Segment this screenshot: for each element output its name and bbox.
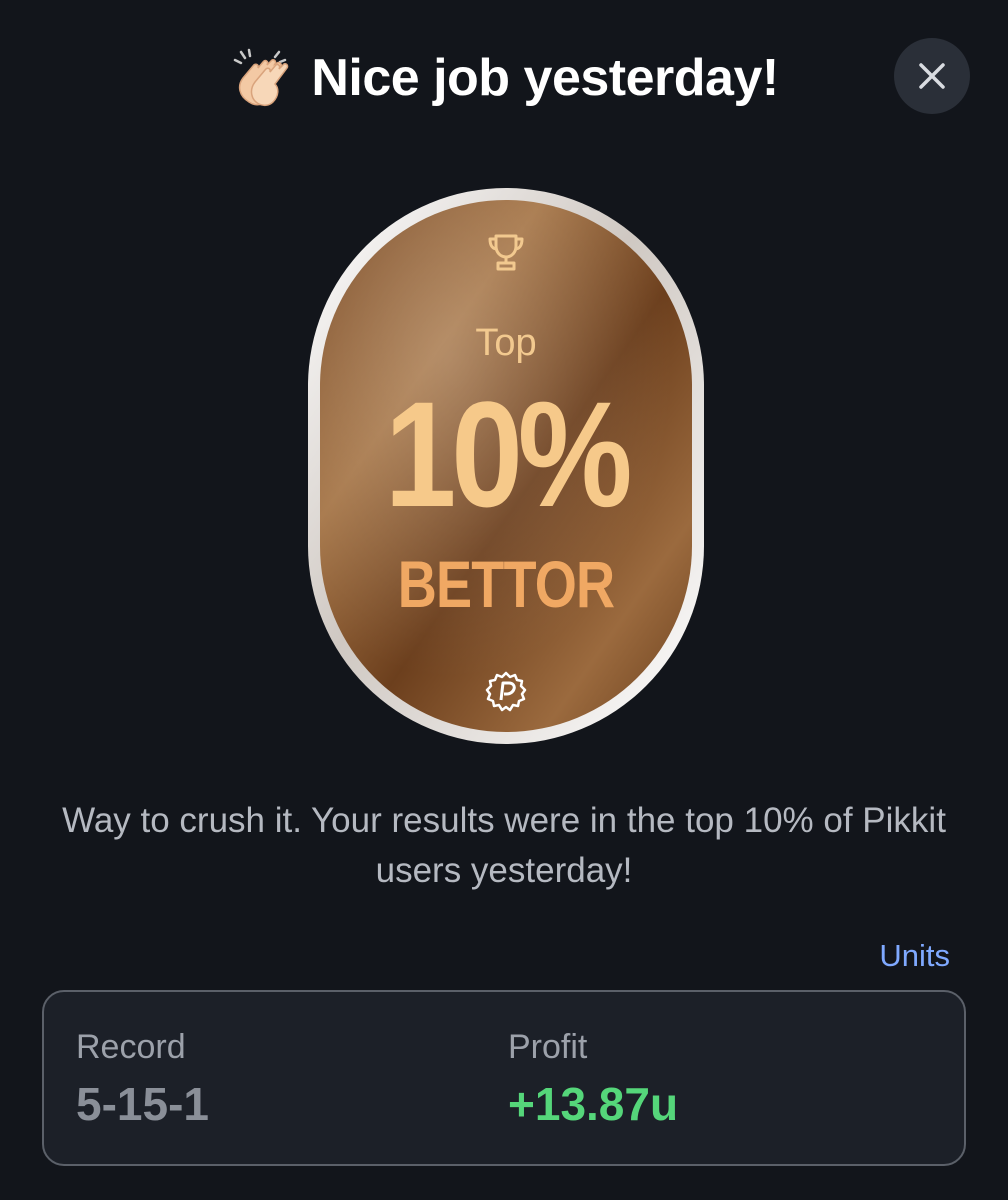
badge-bettor-label: BETTOR bbox=[397, 547, 615, 621]
record-stat: Record 5-15-1 bbox=[76, 1028, 209, 1131]
top-bettor-badge: Top 10% BETTOR bbox=[306, 186, 706, 746]
header: Nice job yesterday! bbox=[0, 38, 1008, 118]
profit-label: Profit bbox=[508, 1028, 588, 1066]
pikkit-logo-icon bbox=[485, 671, 527, 712]
profit-stat: Profit +13.87u bbox=[508, 1028, 678, 1131]
profit-value: +13.87u bbox=[508, 1078, 679, 1130]
clapping-hands-icon bbox=[234, 48, 289, 107]
trophy-icon bbox=[488, 234, 524, 271]
congrats-message: Way to crush it. Your results were in th… bbox=[62, 801, 946, 890]
units-toggle-link[interactable]: Units bbox=[840, 938, 950, 974]
header-title-wrap: Nice job yesterday! bbox=[229, 46, 779, 110]
close-button[interactable] bbox=[894, 38, 970, 114]
badge-percent: 10% bbox=[384, 370, 633, 538]
stats-card: Record 5-15-1 Profit +13.87u bbox=[42, 990, 966, 1166]
record-label: Record bbox=[76, 1028, 186, 1066]
close-icon bbox=[919, 63, 945, 89]
record-value: 5-15-1 bbox=[76, 1078, 209, 1130]
badge-top-label: Top bbox=[475, 322, 537, 364]
page-title: Nice job yesterday! bbox=[311, 49, 779, 107]
